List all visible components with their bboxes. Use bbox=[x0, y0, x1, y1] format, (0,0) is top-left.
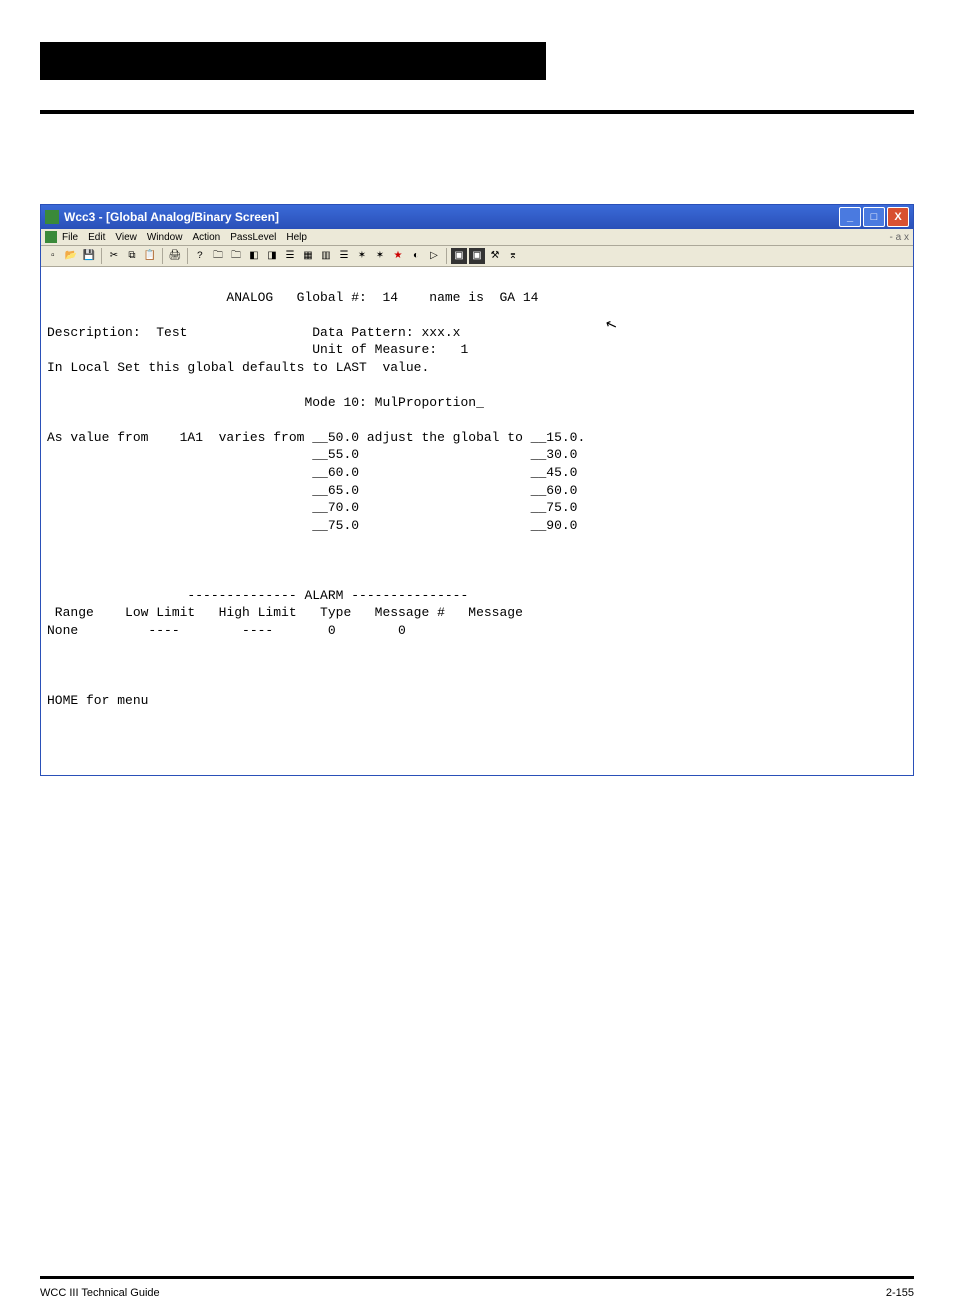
cursor-icon: ↖ bbox=[603, 316, 620, 338]
tool-d-icon[interactable]: ▦ bbox=[300, 248, 316, 264]
new-icon[interactable]: ▫ bbox=[45, 248, 61, 264]
window-title: Wcc3 - [Global Analog/Binary Screen] bbox=[64, 210, 837, 224]
body-line-5: __70.0 __75.0 bbox=[47, 500, 578, 515]
body-line-2: __55.0 __30.0 bbox=[47, 447, 578, 462]
menu-action[interactable]: Action bbox=[192, 232, 220, 243]
menu-file[interactable]: File bbox=[62, 232, 78, 243]
unit-line: Unit of Measure: 1 bbox=[47, 342, 468, 357]
alarm-columns: Range Low Limit High Limit Type Message … bbox=[47, 605, 523, 620]
tool-l-icon[interactable]: ⌆ bbox=[505, 248, 521, 264]
save-icon[interactable]: 💾 bbox=[81, 248, 97, 264]
tool-j-icon[interactable]: ▷ bbox=[426, 248, 442, 264]
tool-f-icon[interactable]: ☰ bbox=[336, 248, 352, 264]
menu-help[interactable]: Help bbox=[286, 232, 307, 243]
mdi-controls[interactable]: - a x bbox=[890, 232, 909, 243]
print-icon[interactable]: 🖨 bbox=[167, 248, 183, 264]
alarm-row: None ---- ---- 0 0 bbox=[47, 623, 406, 638]
tool-i-icon[interactable]: ◐ bbox=[408, 248, 424, 264]
maximize-button[interactable]: □ bbox=[863, 207, 885, 227]
body-line-1: As value from 1A1 varies from __50.0 adj… bbox=[47, 430, 585, 445]
menu-edit[interactable]: Edit bbox=[88, 232, 105, 243]
window-control-buttons: _ □ X bbox=[837, 207, 909, 227]
menu-icon bbox=[45, 231, 57, 243]
menu-passlevel[interactable]: PassLevel bbox=[230, 232, 276, 243]
tool-e-icon[interactable]: ▥ bbox=[318, 248, 334, 264]
cut-icon[interactable]: ✂ bbox=[106, 248, 122, 264]
screen2-icon[interactable]: ▣ bbox=[469, 248, 485, 264]
page-footer: WCC III Technical Guide 2-155 bbox=[40, 1276, 914, 1299]
header-black-bar bbox=[40, 42, 546, 80]
local-set-line: In Local Set this global defaults to LAS… bbox=[47, 360, 429, 375]
tool-c-icon[interactable]: ☰ bbox=[282, 248, 298, 264]
star-icon[interactable]: ★ bbox=[390, 248, 406, 264]
alarm-header: -------------- ALARM --------------- bbox=[47, 588, 468, 603]
footer-left: WCC III Technical Guide bbox=[40, 1287, 160, 1299]
body-line-4: __65.0 __60.0 bbox=[47, 483, 578, 498]
description-line: Description: Test Data Pattern: xxx.x bbox=[47, 325, 460, 340]
menubar: File Edit View Window Action PassLevel H… bbox=[41, 229, 913, 246]
folder-icon[interactable]: 🗀 bbox=[210, 248, 226, 264]
close-button[interactable]: X bbox=[887, 207, 909, 227]
tool-g-icon[interactable]: ✶ bbox=[354, 248, 370, 264]
footer-line: HOME for menu bbox=[47, 693, 148, 708]
app-icon bbox=[45, 210, 59, 224]
toolbar: ▫ 📂 💾 ✂ ⧉ 📋 🖨 ? 🗀 🗀 ◧ ◨ ☰ ▦ ▥ ☰ ✶ ✶ ★ ◐ … bbox=[41, 246, 913, 267]
mode-line: Mode 10: MulProportion_ bbox=[47, 395, 484, 410]
help-icon[interactable]: ? bbox=[192, 248, 208, 264]
paste-icon[interactable]: 📋 bbox=[142, 248, 158, 264]
tool-h-icon[interactable]: ✶ bbox=[372, 248, 388, 264]
horizontal-rule bbox=[40, 110, 914, 114]
header-line: ANALOG Global #: 14 name is GA 14 bbox=[47, 290, 538, 305]
open-icon[interactable]: 📂 bbox=[63, 248, 79, 264]
screen1-icon[interactable]: ▣ bbox=[451, 248, 467, 264]
tool-b-icon[interactable]: ◨ bbox=[264, 248, 280, 264]
menu-window[interactable]: Window bbox=[147, 232, 183, 243]
terminal-content: ANALOG Global #: 14 name is GA 14 Descri… bbox=[41, 267, 913, 775]
folder2-icon[interactable]: 🗀 bbox=[228, 248, 244, 264]
body-line-6: __75.0 __90.0 bbox=[47, 518, 578, 533]
copy-icon[interactable]: ⧉ bbox=[124, 248, 140, 264]
menu-view[interactable]: View bbox=[115, 232, 137, 243]
window-titlebar: Wcc3 - [Global Analog/Binary Screen] _ □… bbox=[41, 205, 913, 229]
tool-k-icon[interactable]: ⚒ bbox=[487, 248, 503, 264]
tool-a-icon[interactable]: ◧ bbox=[246, 248, 262, 264]
application-window: Wcc3 - [Global Analog/Binary Screen] _ □… bbox=[40, 204, 914, 776]
body-line-3: __60.0 __45.0 bbox=[47, 465, 578, 480]
footer-right: 2-155 bbox=[886, 1287, 914, 1299]
minimize-button[interactable]: _ bbox=[839, 207, 861, 227]
